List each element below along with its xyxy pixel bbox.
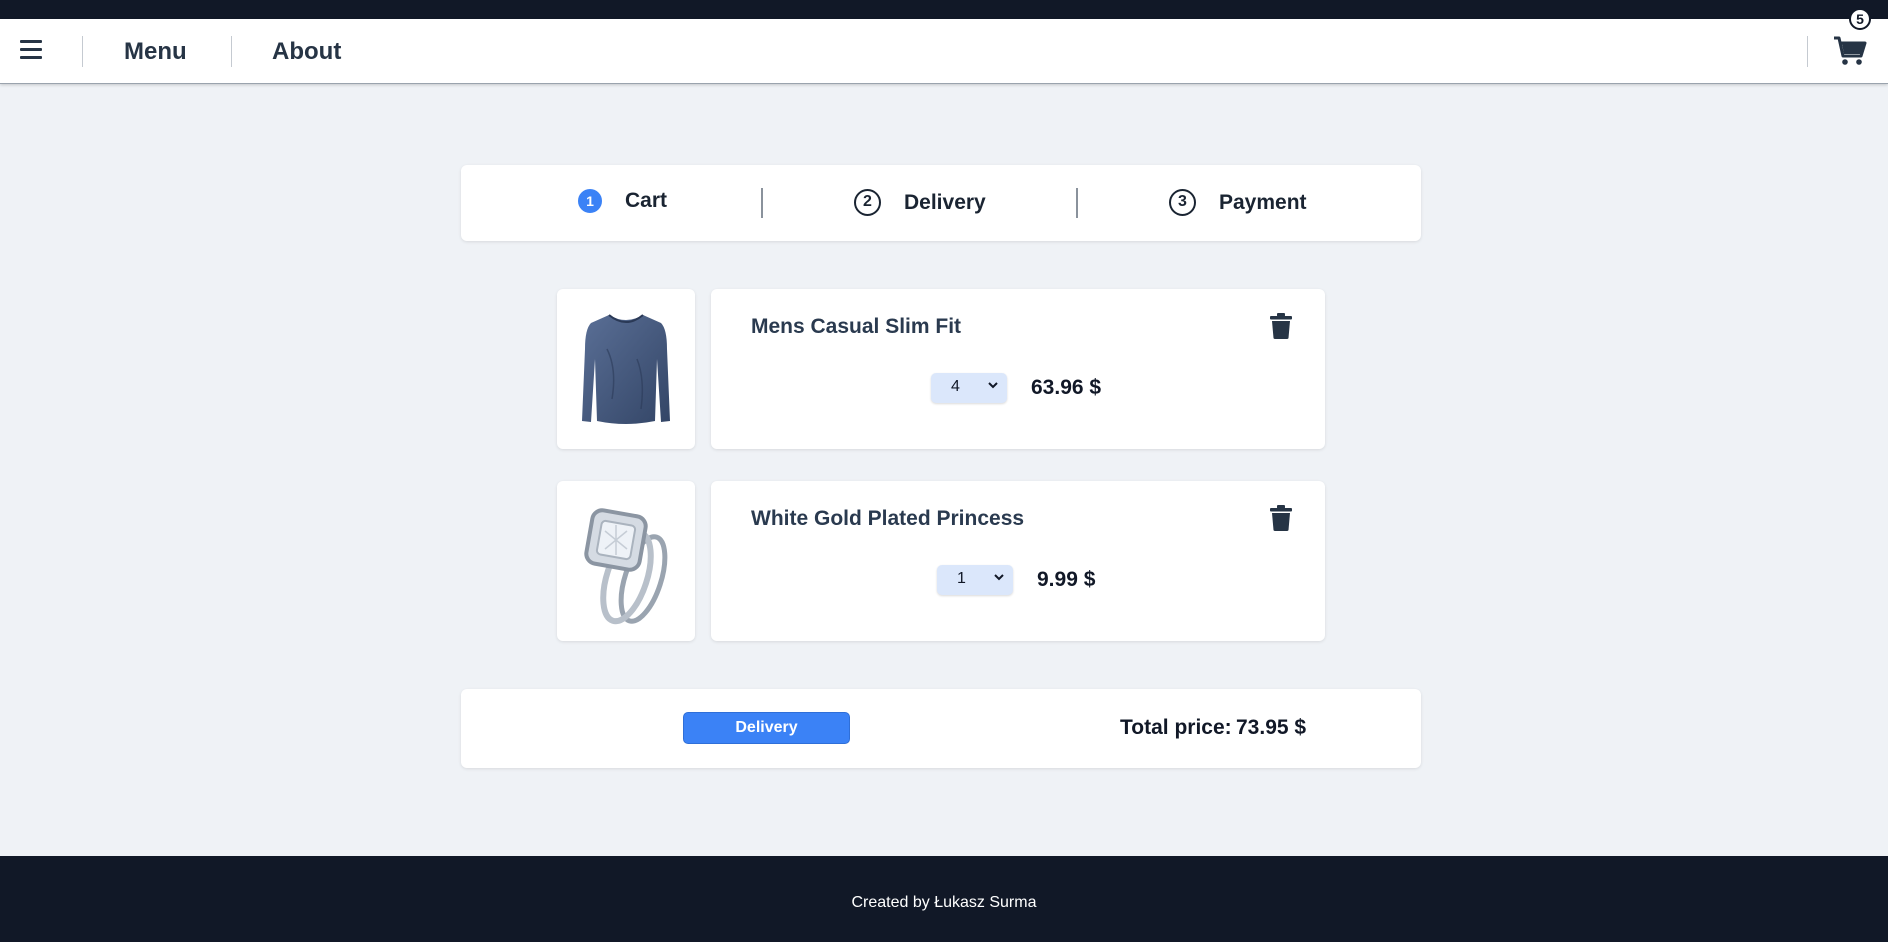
hamburger-menu-icon[interactable]: [20, 40, 42, 60]
footer-credit: Created by Łukasz Surma: [851, 894, 1037, 911]
step-label: Payment: [1219, 190, 1307, 214]
quantity-select[interactable]: 4: [931, 373, 1007, 403]
nav-link-menu[interactable]: Menu: [124, 37, 187, 67]
diamond-ring-image: [584, 508, 668, 625]
total-price-label: Total price:: [1120, 716, 1232, 739]
step-number: 3: [1169, 189, 1196, 216]
chevron-down-icon: [988, 382, 998, 389]
step-number: 2: [854, 189, 881, 216]
shopping-cart-icon: [1834, 36, 1867, 65]
step-label: Delivery: [904, 190, 986, 214]
item-name: Mens Casual Slim Fit: [751, 315, 962, 338]
step-divider: [761, 188, 763, 218]
total-price-value: 73.95 $: [1236, 716, 1307, 739]
quantity-select[interactable]: 1: [937, 565, 1013, 595]
nav-divider: [231, 36, 232, 67]
nav-divider: [1807, 36, 1808, 67]
step-delivery[interactable]: 2 Delivery: [854, 189, 986, 216]
long-sleeve-shirt-image: [582, 314, 670, 424]
nav-divider: [82, 36, 83, 67]
step-label: Cart: [625, 189, 668, 212]
cart-item-card: White Gold Plated Princess 1 9.99 $: [711, 481, 1325, 641]
item-price: 63.96 $: [1031, 376, 1102, 399]
chevron-down-icon: [994, 574, 1004, 581]
delivery-button[interactable]: Delivery: [683, 712, 850, 744]
item-price: 9.99 $: [1037, 568, 1096, 591]
item-name: White Gold Plated Princess: [751, 507, 1025, 530]
top-strip: [0, 0, 1888, 19]
cart-button[interactable]: [1832, 32, 1872, 72]
navbar: Menu About 5: [0, 8, 1888, 84]
step-cart[interactable]: 1 Cart: [578, 189, 667, 213]
step-divider: [1076, 188, 1078, 218]
cart-item-card: Mens Casual Slim Fit 4 63.96 $: [711, 289, 1325, 449]
step-payment[interactable]: 3 Payment: [1169, 189, 1307, 216]
quantity-value: 1: [957, 570, 966, 587]
product-thumbnail[interactable]: [557, 289, 695, 449]
quantity-value: 4: [951, 378, 960, 395]
trash-icon[interactable]: [1270, 313, 1292, 339]
nav-link-about[interactable]: About: [272, 37, 341, 67]
trash-icon[interactable]: [1270, 505, 1292, 531]
step-number: 1: [578, 189, 602, 213]
footer: Created by Łukasz Surma: [0, 856, 1888, 942]
cart-count-badge: 5: [1849, 8, 1871, 30]
product-thumbnail[interactable]: [557, 481, 695, 641]
